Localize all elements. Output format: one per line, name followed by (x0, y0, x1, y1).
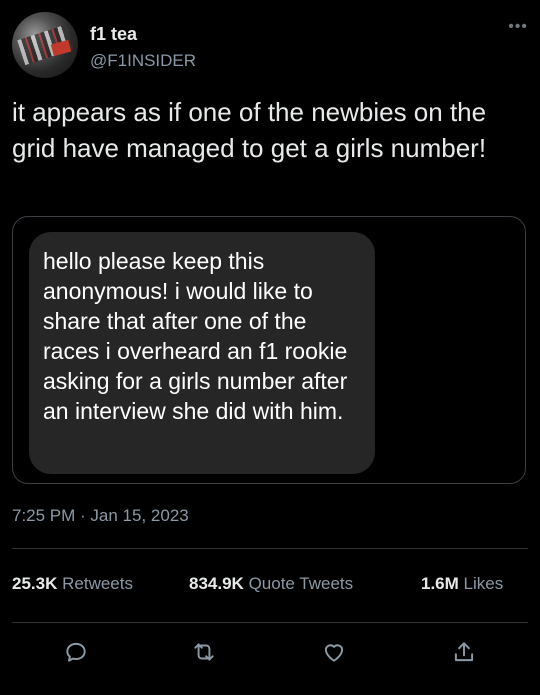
reply-icon[interactable] (58, 634, 94, 670)
like-icon[interactable] (316, 634, 352, 670)
message-text: hello please keep this anonymous! i woul… (43, 248, 348, 424)
handle[interactable]: @F1INSIDER (90, 51, 196, 71)
tweet-timestamp[interactable]: 7:25 PM · Jan 15, 2023 (12, 506, 189, 526)
more-options-icon[interactable]: ••• (508, 18, 528, 36)
retweets-label: Retweets (62, 574, 133, 593)
likes-label: Likes (463, 574, 504, 593)
likes-stat[interactable]: 1.6M Likes (421, 574, 503, 594)
message-bubble: hello please keep this anonymous! i woul… (29, 232, 375, 474)
media-card[interactable]: hello please keep this anonymous! i woul… (12, 216, 526, 484)
retweets-stat[interactable]: 25.3K Retweets (12, 574, 133, 594)
quote-tweets-stat[interactable]: 834.9K Quote Tweets (189, 574, 353, 594)
likes-count: 1.6M (421, 574, 459, 593)
divider (12, 548, 528, 549)
action-bar (0, 634, 540, 670)
quote-tweets-label: Quote Tweets (248, 574, 354, 593)
divider (12, 622, 528, 623)
tweet-text: it appears as if one of the newbies on t… (12, 97, 487, 163)
retweets-count: 25.3K (12, 574, 58, 593)
tweet-header: f1 tea @F1INSIDER ••• (12, 12, 528, 82)
display-name[interactable]: f1 tea (90, 24, 196, 45)
avatar[interactable] (12, 12, 78, 78)
share-icon[interactable] (446, 634, 482, 670)
quote-tweets-count: 834.9K (189, 574, 244, 593)
retweet-icon[interactable] (186, 634, 222, 670)
author-names[interactable]: f1 tea @F1INSIDER (90, 24, 196, 71)
